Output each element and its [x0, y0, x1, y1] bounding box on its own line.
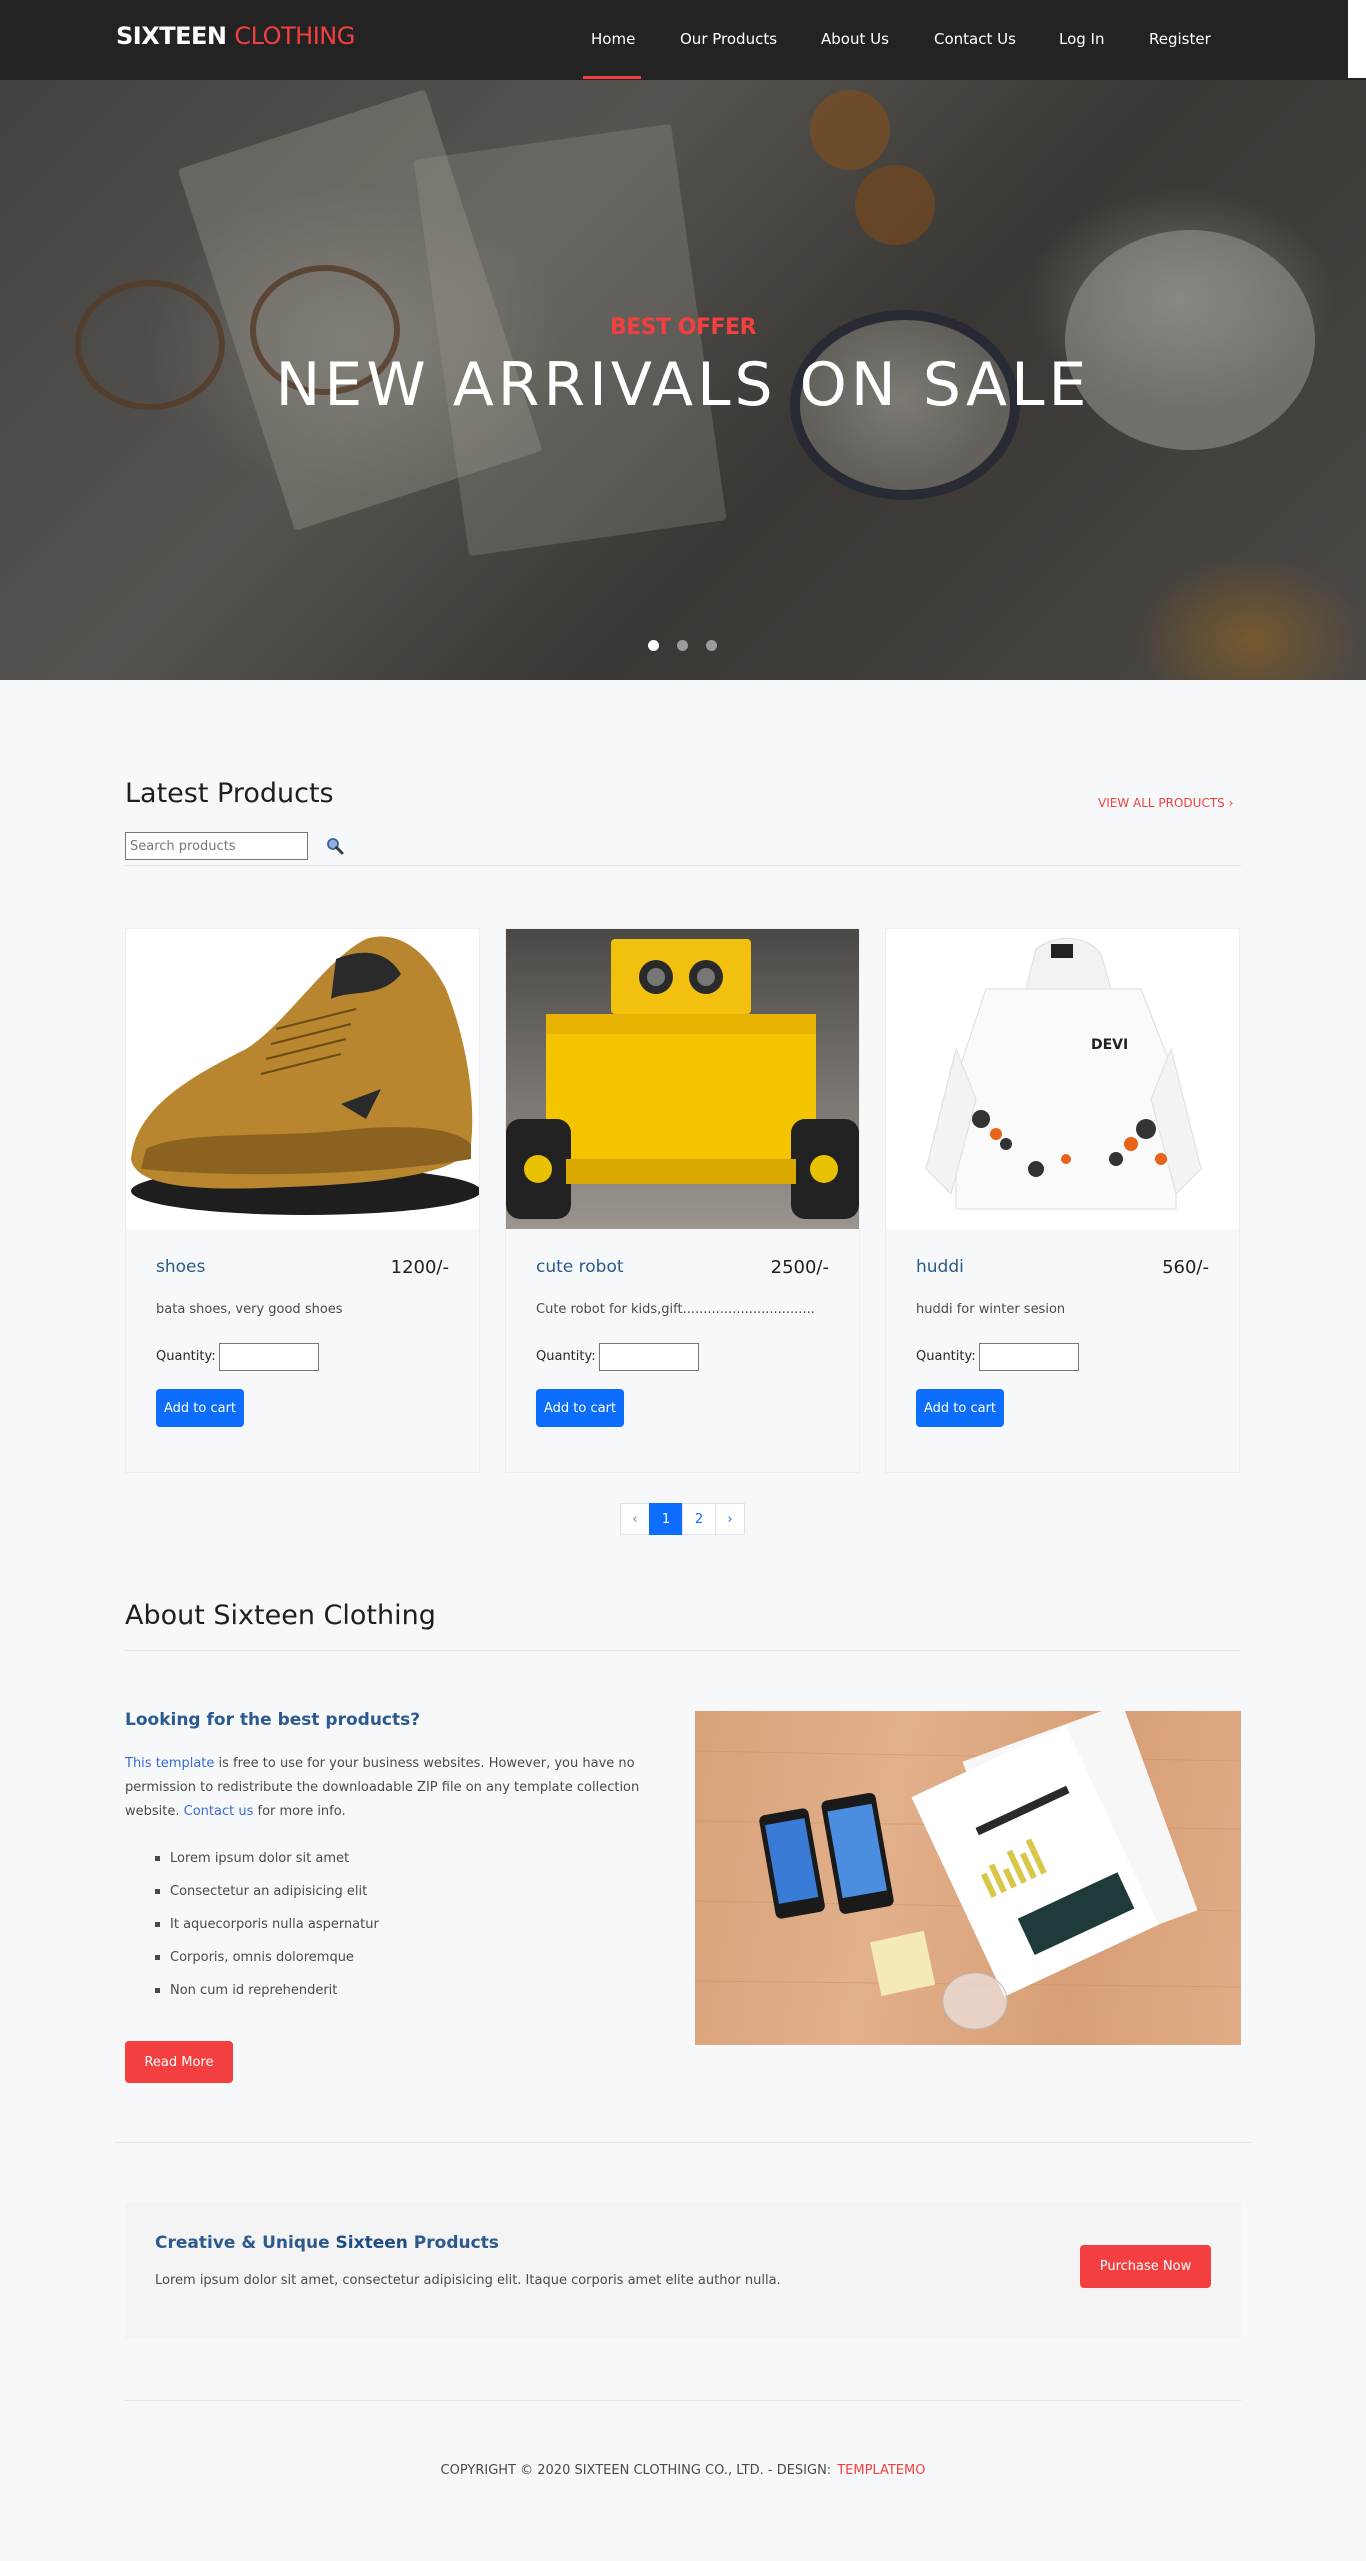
product-image-shoes[interactable] [126, 929, 479, 1229]
contact-us-link[interactable]: Contact us [184, 1804, 254, 1819]
template-link[interactable]: This template [125, 1756, 214, 1771]
about-image [695, 1711, 1241, 2045]
pagination-prev[interactable]: ‹ [620, 1503, 650, 1535]
add-to-cart-button[interactable]: Add to cart [536, 1389, 624, 1427]
product-name-link[interactable]: cute robot [536, 1257, 624, 1277]
product-card: DEVI huddi 560/- huddi for winter sesion… [885, 928, 1240, 1473]
about-subtitle: Looking for the best products? [125, 1710, 421, 1730]
divider [115, 2142, 1251, 2143]
product-description: bata shoes, very good shoes [156, 1302, 343, 1317]
quantity-input[interactable] [979, 1343, 1079, 1371]
list-item: Lorem ipsum dolor sit amet [155, 1848, 379, 1881]
about-paragraph: This template is free to use for your bu… [125, 1752, 645, 1824]
cta-heading-strong: Sixteen [335, 2233, 408, 2253]
cta-heading-post: Products [407, 2233, 499, 2253]
hero-subtitle: BEST OFFER [609, 315, 757, 340]
nav-log-in[interactable]: Log In [1059, 30, 1105, 48]
product-image-cute-robot[interactable] [506, 929, 859, 1229]
list-item: Consectetur an adipisicing elit [155, 1881, 379, 1914]
add-to-cart-button[interactable]: Add to cart [916, 1389, 1004, 1427]
read-more-button[interactable]: Read More [125, 2041, 233, 2083]
product-price: 2500/- [770, 1257, 829, 1278]
cta-text: Lorem ipsum dolor sit amet, consectetur … [155, 2273, 781, 2288]
cta-heading: Creative & Unique Sixteen Products [155, 2233, 499, 2253]
nav-register[interactable]: Register [1149, 30, 1211, 48]
footer-copyright: COPYRIGHT © 2020 SIXTEEN CLOTHING CO., L… [440, 2463, 832, 2478]
product-price: 1200/- [390, 1257, 449, 1278]
nav-contact-us[interactable]: Contact Us [934, 30, 1016, 48]
product-image-huddi[interactable]: DEVI [886, 929, 1239, 1229]
latest-products-heading: Latest Products [125, 778, 334, 809]
hero-title: NEW ARRIVALS ON SALE [275, 350, 1091, 420]
brand-accent: CLOTHING [234, 22, 355, 50]
search-products-input[interactable] [125, 832, 308, 860]
footer-design-link[interactable]: TEMPLATEMO [837, 2463, 925, 2478]
carousel-dot-3[interactable] [706, 640, 717, 651]
divider [125, 2400, 1241, 2401]
nav-active-indicator [583, 76, 641, 79]
quantity-label: Quantity: [156, 1349, 216, 1364]
pagination-page-2[interactable]: 2 [682, 1503, 716, 1535]
product-card: cute robot 2500/- Cute robot for kids,gi… [505, 928, 860, 1473]
pagination-page-1[interactable]: 1 [649, 1503, 683, 1535]
quantity-input[interactable] [219, 1343, 319, 1371]
product-name-link[interactable]: shoes [156, 1257, 205, 1277]
call-to-action: Creative & Unique Sixteen Products Lorem… [125, 2203, 1241, 2339]
nav-home[interactable]: Home [591, 30, 635, 48]
quantity-label: Quantity: [536, 1349, 596, 1364]
quantity-label: Quantity: [916, 1349, 976, 1364]
brand-logo[interactable]: SIXTEEN CLOTHING [116, 22, 355, 50]
divider [125, 865, 1241, 866]
carousel-dot-1[interactable] [648, 640, 659, 651]
list-item: It aquecorporis nulla aspernatur [155, 1914, 379, 1947]
brand-primary: SIXTEEN [116, 22, 227, 50]
divider [125, 1650, 1241, 1651]
add-to-cart-button[interactable]: Add to cart [156, 1389, 244, 1427]
navbar-edge [1348, 0, 1366, 78]
view-all-products-link[interactable]: VIEW ALL PRODUCTS › [1098, 796, 1233, 810]
nav-about-us[interactable]: About Us [821, 30, 889, 48]
product-description: huddi for winter sesion [916, 1302, 1066, 1317]
pagination-next[interactable]: › [715, 1503, 745, 1535]
navbar: SIXTEEN CLOTHING Home Our Products About… [0, 0, 1366, 80]
carousel-dot-2[interactable] [677, 640, 688, 651]
svg-text:DEVI: DEVI [1091, 1037, 1128, 1053]
list-item: Non cum id reprehenderit [155, 1980, 379, 2013]
nav-our-products[interactable]: Our Products [680, 30, 777, 48]
product-card: shoes 1200/- bata shoes, very good shoes… [125, 928, 480, 1473]
about-text-2: for more info. [253, 1804, 346, 1819]
about-heading: About Sixteen Clothing [125, 1600, 436, 1631]
search-icon[interactable] [325, 836, 345, 856]
about-feature-list: Lorem ipsum dolor sit amet Consectetur a… [155, 1848, 379, 2013]
purchase-now-button[interactable]: Purchase Now [1080, 2245, 1211, 2288]
product-price: 560/- [1162, 1257, 1209, 1278]
product-description: Cute robot for kids,gift................… [536, 1302, 815, 1317]
footer: COPYRIGHT © 2020 SIXTEEN CLOTHING CO., L… [0, 2463, 1366, 2478]
list-item: Corporis, omnis doloremque [155, 1947, 379, 1980]
cta-heading-pre: Creative & Unique [155, 2233, 336, 2253]
product-name-link[interactable]: huddi [916, 1257, 964, 1277]
quantity-input[interactable] [599, 1343, 699, 1371]
